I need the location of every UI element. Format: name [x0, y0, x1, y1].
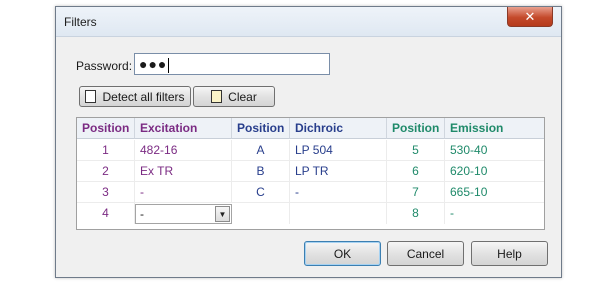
text-caret [168, 57, 170, 73]
emission-position-cell: 7 [387, 182, 445, 203]
excitation-position-cell: 2 [77, 161, 135, 182]
ok-label: OK [333, 246, 352, 261]
dichroic-position-cell: A [232, 140, 290, 161]
checkbox-icon [85, 90, 97, 103]
excitation-cell[interactable]: - [135, 182, 232, 203]
dichroic-position-cell: B [232, 161, 290, 182]
empty-cell [232, 203, 290, 224]
dichroic-cell[interactable]: LP 504 [290, 140, 387, 161]
window-title: Filters [64, 15, 97, 29]
ok-button[interactable]: OK [304, 241, 381, 266]
password-input[interactable]: ●●● [134, 53, 330, 75]
title-bar[interactable]: Filters ✕ [56, 7, 561, 37]
emission-cell[interactable]: - [445, 203, 544, 224]
help-button[interactable]: Help [471, 241, 548, 266]
empty-cell [290, 203, 387, 224]
emission-position-cell: 5 [387, 140, 445, 161]
filters-dialog: Filters ✕ Password: ●●● Detect all filte… [55, 6, 562, 278]
excitation-position-cell: 1 [77, 140, 135, 161]
excitation-select-value: - [140, 207, 144, 221]
excitation-select[interactable]: - ▼ [135, 204, 232, 224]
excitation-position-cell: 3 [77, 182, 135, 203]
dialog-body: Password: ●●● Detect all filters Clear P… [64, 37, 553, 271]
clear-button[interactable]: Clear [193, 86, 275, 107]
dichroic-position-header: Position [232, 118, 290, 139]
emission-position-cell: 6 [387, 161, 445, 182]
emission-position-cell: 8 [387, 203, 445, 224]
cancel-button[interactable]: Cancel [387, 241, 464, 266]
emission-cell[interactable]: 530-40 [445, 140, 544, 161]
dichroic-cell[interactable]: LP TR [290, 161, 387, 182]
filters-table: Position Excitation Position Dichroic Po… [76, 117, 545, 230]
dichroic-position-cell: C [232, 182, 290, 203]
excitation-position-cell: 4 [77, 203, 135, 224]
emission-cell[interactable]: 665-10 [445, 182, 544, 203]
dichroic-header: Dichroic [290, 118, 387, 139]
close-button[interactable]: ✕ [507, 7, 553, 27]
excitation-cell[interactable]: Ex TR [135, 161, 232, 182]
chevron-down-icon: ▼ [218, 209, 227, 219]
detect-all-filters-button[interactable]: Detect all filters [79, 86, 191, 107]
cancel-label: Cancel [406, 246, 445, 261]
detect-all-filters-label: Detect all filters [102, 89, 185, 104]
excitation-position-header: Position [77, 118, 135, 139]
emission-position-header: Position [387, 118, 445, 139]
password-value: ●●● [139, 56, 168, 72]
dichroic-cell[interactable]: - [290, 182, 387, 203]
excitation-cell[interactable]: 482-16 [135, 140, 232, 161]
checkbox-icon [211, 90, 223, 103]
close-icon: ✕ [524, 8, 536, 24]
emission-cell[interactable]: 620-10 [445, 161, 544, 182]
help-label: Help [497, 246, 522, 261]
password-label: Password: [76, 59, 133, 73]
excitation-header: Excitation [135, 118, 232, 139]
clear-label: Clear [228, 89, 257, 104]
dropdown-button[interactable]: ▼ [215, 206, 230, 222]
emission-header: Emission [445, 118, 544, 139]
